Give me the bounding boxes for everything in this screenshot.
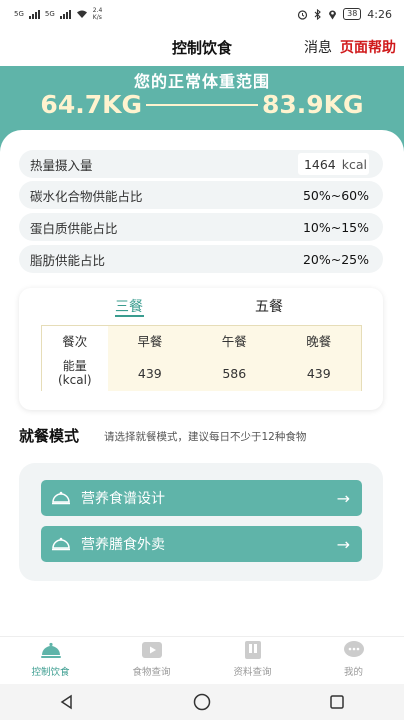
lunch-energy: 586 [222, 365, 247, 381]
tab-mine[interactable]: 我的 [303, 637, 404, 684]
table-row: 能量 (kcal) 439 586 439 [42, 355, 361, 391]
info-row-calorie: 热量摄入量 1464 kcal [19, 150, 383, 178]
system-navigation-bar [0, 684, 404, 720]
calorie-box: 1464 kcal [297, 153, 369, 175]
dish-cover-icon [52, 491, 70, 505]
recents-icon[interactable] [329, 694, 345, 710]
network-speed: 2.4 K/s [93, 7, 103, 21]
tab-label: 控制饮食 [31, 667, 70, 678]
weight-range-title: 您的正常体重范围 [133, 72, 270, 91]
energy-row-label: 能量 (kcal) [42, 355, 108, 391]
alarm-icon [298, 9, 308, 20]
table-header-cell: 餐次 [42, 326, 108, 355]
weight-min: 64.7KG [40, 90, 142, 119]
dining-mode-hint: 请选择就餐模式，建议每日不少于12种食物 [104, 431, 307, 443]
dining-mode-title: 就餐模式 [19, 427, 80, 445]
arrow-right-icon: → [336, 488, 350, 508]
tab-label: 食物查询 [132, 667, 171, 678]
table-header-cell: 早餐 [107, 326, 193, 355]
info-label: 蛋白质供能占比 [30, 220, 118, 236]
breakfast-energy: 439 [137, 365, 162, 381]
wifi-icon [76, 10, 87, 18]
network-type-1: 5G [14, 9, 24, 18]
meal-plan-card: 三餐 五餐 餐次 早餐 午餐 晚餐 能量 (kcal) 439 586 439 [19, 288, 383, 410]
messages-link[interactable]: 消息 [304, 37, 332, 57]
tab-control-diet[interactable]: 控制饮食 [0, 637, 101, 684]
dish-cover-icon [39, 640, 63, 660]
info-label: 热量摄入量 [30, 157, 93, 173]
signal-icon [28, 9, 40, 19]
book-icon [241, 640, 265, 660]
network-speed-unit: K/s [92, 14, 102, 21]
info-row-carbs: 碳水化合物供能占比 50%~60% [19, 181, 383, 209]
active-tab-indicator [115, 315, 144, 317]
tab-five-meals[interactable]: 五餐 [255, 296, 283, 316]
header-actions: 消息 页面帮助 [304, 37, 396, 57]
tab-label: 我的 [343, 667, 363, 678]
energy-label: 能量 [62, 359, 87, 373]
range-divider [146, 103, 258, 106]
battery-icon: 38 [343, 8, 362, 20]
dish-cover-icon [52, 537, 70, 551]
arrow-right-icon: → [336, 534, 350, 554]
tab-three-meals[interactable]: 三餐 [115, 296, 143, 316]
status-left: 5G 5G 2.4 K/s [14, 7, 102, 21]
meal-delivery-label: 营养膳食外卖 [81, 537, 165, 553]
info-label: 碳水化合物供能占比 [30, 188, 143, 204]
status-bar: 5G 5G 2.4 K/s 38 4:26 [0, 0, 404, 28]
energy-unit: (kcal) [57, 373, 92, 387]
table-header-cell: 午餐 [192, 326, 277, 355]
calorie-unit: kcal [341, 156, 367, 172]
info-row-fat: 脂肪供能占比 20%~25% [19, 245, 383, 273]
status-time: 4:26 [367, 7, 392, 21]
info-value: 50%~60% [302, 187, 369, 203]
tab-label: 资料查询 [233, 667, 272, 678]
info-label: 脂肪供能占比 [30, 252, 106, 268]
video-play-icon [140, 640, 164, 660]
tab-info-search[interactable]: 资料查询 [202, 637, 303, 684]
signal-icon-2 [59, 9, 71, 19]
info-value: 20%~25% [302, 251, 369, 267]
back-icon[interactable] [59, 694, 75, 710]
weight-max: 83.9KG [262, 90, 364, 119]
bottom-tab-bar: 控制饮食 食物查询 资料查询 我的 [0, 636, 404, 684]
table-header-cell: 晚餐 [276, 326, 361, 355]
network-type-2: 5G [44, 9, 55, 18]
bluetooth-icon [314, 8, 321, 20]
dinner-energy: 439 [306, 365, 331, 381]
location-icon [329, 10, 337, 19]
table-header-row: 餐次 早餐 午餐 晚餐 [42, 326, 361, 355]
chat-bubble-icon [342, 640, 366, 660]
calorie-value: 1464 [303, 156, 336, 172]
meal-energy-table: 餐次 早餐 午餐 晚餐 能量 (kcal) 439 586 439 [41, 325, 362, 391]
info-value: 10%~15% [302, 219, 369, 235]
dining-mode-panel: 营养食谱设计 → 营养膳食外卖 → [19, 463, 383, 581]
recipe-design-button[interactable]: 营养食谱设计 → [41, 480, 362, 516]
tab-food-search[interactable]: 食物查询 [101, 637, 202, 684]
network-speed-value: 2.4 [92, 7, 103, 14]
header: 控制饮食 消息 页面帮助 [0, 28, 404, 66]
meal-delivery-button[interactable]: 营养膳食外卖 → [41, 526, 362, 562]
status-right: 38 4:26 [297, 8, 392, 21]
weight-range: 64.7KG 83.9KG [0, 90, 404, 119]
recipe-design-label: 营养食谱设计 [81, 491, 165, 507]
info-row-protein: 蛋白质供能占比 10%~15% [19, 213, 383, 241]
page-help-link[interactable]: 页面帮助 [340, 37, 396, 57]
home-icon[interactable] [193, 693, 211, 711]
